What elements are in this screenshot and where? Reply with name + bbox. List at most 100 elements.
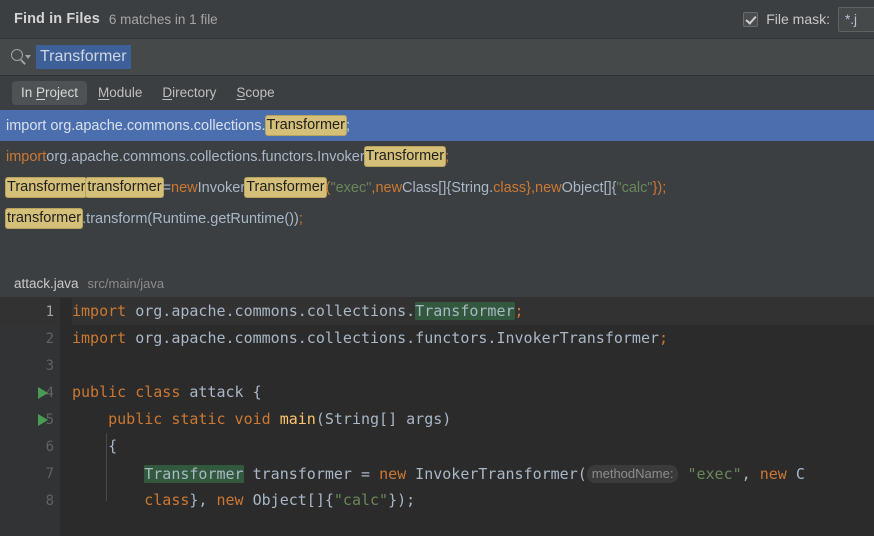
result-text: = (162, 179, 172, 196)
result-text: new (375, 179, 403, 196)
code-token: org.apache.commons.collections.functors.… (126, 329, 660, 347)
file-mask-label: File mask: (766, 11, 830, 27)
tab-label-post: irectory (172, 85, 217, 100)
code-token: C (786, 465, 805, 483)
dialog-title: Find in Files (14, 11, 100, 27)
search-icon[interactable] (8, 48, 34, 66)
code-token: }); (388, 491, 416, 509)
code-token: InvokerTransformer( (406, 465, 587, 483)
code-token: org.apache.commons.collections. (126, 302, 416, 320)
file-mask-checkbox[interactable] (743, 11, 759, 27)
editor-gutter[interactable]: 1 2 3 45 6 7 8 (0, 298, 60, 536)
result-text: .transform(Runtime.getRuntime()) (82, 210, 299, 227)
results-spacer (0, 234, 874, 270)
gutter-line[interactable]: 6 (0, 433, 60, 460)
result-text: ; (345, 117, 350, 134)
result-text: ; (298, 210, 303, 227)
editor-match-highlight: Transformer (144, 465, 244, 483)
tab-module[interactable]: Module (89, 81, 151, 105)
search-input[interactable]: Transformer (36, 45, 131, 69)
preview-file-path: src/main/java (87, 276, 165, 291)
search-icon-handle (20, 59, 26, 65)
line-number: 3 (45, 357, 54, 374)
gutter-line[interactable]: 8 (0, 487, 60, 514)
line-number: 1 (45, 303, 54, 320)
code-token: }, (189, 491, 217, 509)
editor-code-area[interactable]: import org.apache.commons.collections.Tr… (60, 298, 874, 536)
code-token: , (741, 465, 760, 483)
gutter-line[interactable]: 5 (0, 406, 60, 433)
result-text: Object[]{ (561, 179, 617, 196)
result-row[interactable]: transformer .transform(Runtime.getRuntime… (0, 203, 874, 234)
run-arrow-icon[interactable] (38, 414, 48, 426)
gutter-line[interactable]: 7 (0, 460, 60, 487)
results-list[interactable]: import org.apache.commons.collections. Tr… (0, 110, 874, 270)
gutter-line[interactable]: 2 (0, 325, 60, 352)
editor-match-highlight: Transformer (415, 302, 515, 320)
code-preview[interactable]: 1 2 3 45 6 7 8 import org.apache.commons.colle… (0, 298, 874, 536)
result-row[interactable]: import org.apache.commons.collections. Tr… (0, 110, 874, 141)
find-in-files-dialog: Find in Files 6 matches in 1 file File m… (0, 0, 874, 536)
code-token: ; (659, 329, 669, 347)
result-text: new (171, 179, 198, 196)
result-text: ; (445, 148, 450, 165)
code-token: transformer = (243, 465, 380, 483)
code-line: { (72, 433, 874, 460)
code-token: (String[] args) (315, 410, 452, 428)
code-line: import org.apache.commons.collections.Tr… (72, 298, 874, 325)
code-token: public static void (108, 410, 271, 428)
line-number: 6 (45, 438, 54, 455)
preview-file-header[interactable]: attack.java src/main/java (0, 270, 874, 298)
chevron-down-icon[interactable] (25, 55, 31, 59)
gutter-line[interactable]: 3 (0, 352, 60, 379)
code-token: { (72, 437, 118, 455)
tab-mnemonic: D (162, 85, 173, 100)
inline-parameter-hint: methodName: (586, 465, 679, 483)
code-token: class (144, 491, 190, 509)
line-number: 2 (45, 330, 54, 347)
result-row[interactable]: import org.apache.commons.collections.fu… (0, 141, 874, 172)
code-token: new (216, 491, 244, 509)
match-summary: 6 matches in 1 file (108, 11, 218, 27)
code-token: public class (72, 383, 181, 401)
code-token: "exec" (687, 465, 742, 483)
tab-label-pre: In (21, 85, 37, 100)
tab-in-project[interactable]: In Project (12, 81, 88, 105)
code-line: public static void main(String[] args) (72, 406, 874, 433)
scope-tab-strip: In Project Module Directory Scope (0, 76, 874, 110)
match-highlight: Transformer (245, 178, 326, 197)
match-highlight: Transformer (265, 116, 346, 135)
match-highlight: Transformer (6, 178, 87, 197)
code-token: attack { (180, 383, 262, 401)
match-highlight: Transformer (364, 147, 446, 166)
tab-label-post: roject (45, 85, 79, 100)
file-mask-group: File mask: *.j (743, 6, 874, 32)
result-row[interactable]: Transformer transformer = new Invoker Tra… (0, 172, 874, 203)
result-text: class (493, 179, 527, 196)
line-number: 8 (45, 492, 54, 509)
tab-label-post: odule (109, 85, 143, 100)
run-arrow-icon[interactable] (38, 387, 48, 399)
result-text: import org.apache.commons.collections. (6, 117, 266, 134)
code-token: main (279, 410, 316, 428)
code-token: ; (514, 302, 524, 320)
gutter-line[interactable]: 1 (0, 298, 60, 325)
tab-mnemonic: P (36, 85, 46, 100)
file-mask-input[interactable]: *.j (838, 6, 874, 32)
code-token: "calc" (333, 491, 389, 509)
line-number: 7 (45, 465, 54, 482)
result-text: org.apache.commons.collections.functors.… (46, 148, 365, 165)
tab-label-post: cope (245, 85, 275, 100)
gutter-line[interactable]: 4 (0, 379, 60, 406)
result-text: "exec" (330, 179, 372, 196)
result-text: Invoker (197, 179, 246, 196)
tab-scope[interactable]: Scope (227, 81, 283, 105)
code-line: Transformer transformer = new InvokerTra… (72, 460, 874, 487)
code-token: new (759, 465, 787, 483)
tab-directory[interactable]: Directory (153, 81, 225, 105)
result-text: Class[]{String. (402, 179, 494, 196)
